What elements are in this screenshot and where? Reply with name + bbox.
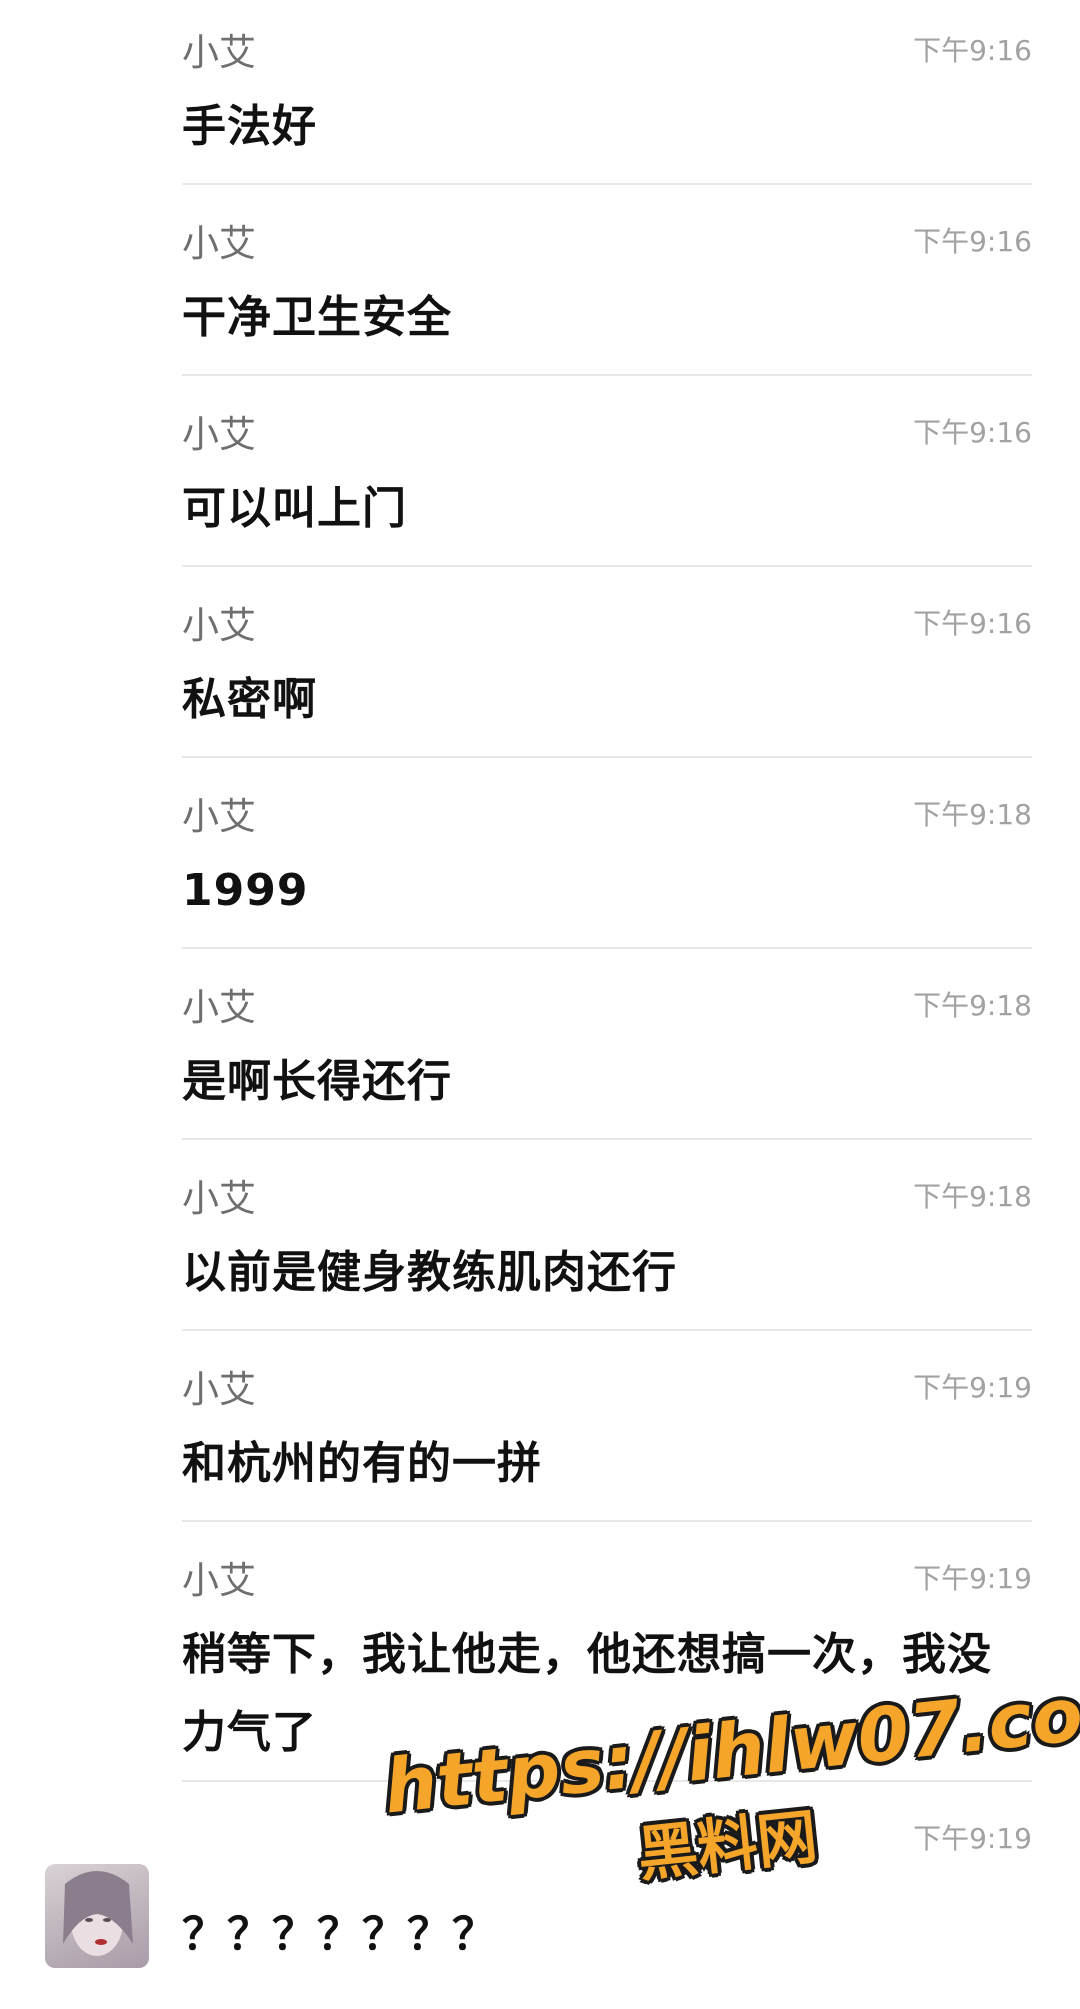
message-text: 是啊长得还行: [182, 1056, 452, 1107]
message-text: 1999: [182, 865, 309, 916]
sender-name: 小艾: [182, 795, 256, 838]
divider: [182, 756, 1032, 758]
sender-name: 小艾: [182, 1559, 256, 1602]
message-time: 下午9:19: [913, 1562, 1032, 1595]
sender-name: 小艾: [182, 1177, 256, 1220]
divider: [182, 374, 1032, 376]
message-text: 和杭州的有的一拼: [182, 1438, 542, 1489]
message-text: 手法好: [182, 101, 317, 152]
sender-name: 小艾: [182, 31, 256, 74]
divider: [182, 1520, 1032, 1522]
divider: [182, 1329, 1032, 1331]
divider: [182, 947, 1032, 949]
divider: [182, 1138, 1032, 1140]
message-text: 私密啊: [182, 674, 317, 725]
message-text: 干净卫生安全: [182, 292, 452, 343]
message-time: 下午9:16: [913, 416, 1032, 449]
user-avatar[interactable]: [45, 1864, 149, 1968]
message-text: 以前是健身教练肌肉还行: [182, 1247, 677, 1298]
sender-name: 小艾: [182, 413, 256, 456]
divider: [182, 565, 1032, 567]
watermark-name: 黑料网: [634, 1802, 821, 1891]
sender-name: 小艾: [182, 222, 256, 265]
sender-name: 小艾: [182, 604, 256, 647]
message-time: 下午9:18: [913, 798, 1032, 831]
avatar-portrait-icon: [63, 1871, 133, 1956]
sender-name: 小艾: [182, 1368, 256, 1411]
sender-name: 小艾: [182, 986, 256, 1029]
message-time: 下午9:18: [913, 989, 1032, 1022]
message-time: 下午9:16: [913, 607, 1032, 640]
divider: [182, 183, 1032, 185]
message-time: 下午9:16: [913, 225, 1032, 258]
message-text: 可以叫上门: [182, 483, 407, 534]
message-time: 下午9:19: [913, 1371, 1032, 1404]
message-time: 下午9:18: [913, 1180, 1032, 1213]
message-time: 下午9:16: [913, 34, 1032, 67]
